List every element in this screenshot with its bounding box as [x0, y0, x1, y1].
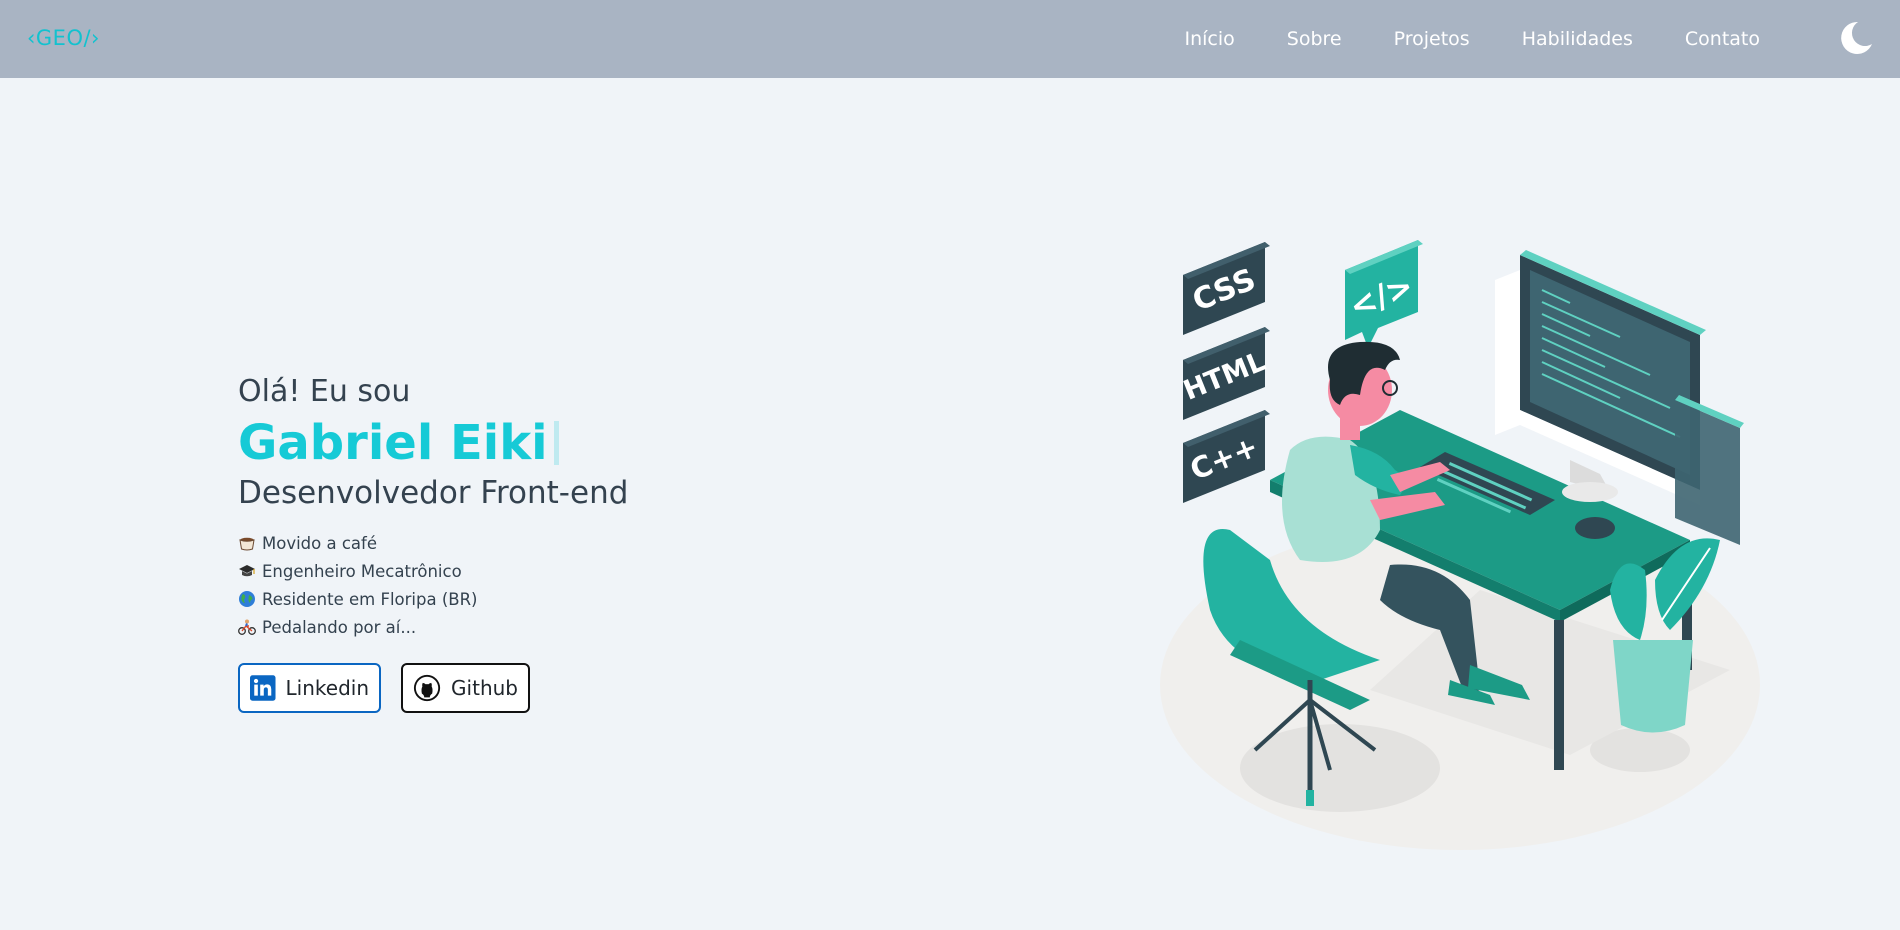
moon-icon: [1841, 21, 1872, 54]
fact-text: Engenheiro Mecatrônico: [262, 561, 462, 581]
facts-list: Movido a café Engenheiro Mecatrônico Res…: [238, 529, 628, 641]
cyclist-icon: [238, 618, 256, 636]
nav-link-sobre[interactable]: Sobre: [1287, 28, 1342, 50]
hero-section: Olá! Eu sou Gabriel Eiki Desenvolvedor F…: [238, 374, 628, 713]
html-badge-icon: HTML: [1179, 327, 1270, 420]
nav-link-inicio[interactable]: Início: [1184, 28, 1234, 50]
globe-icon: [238, 590, 256, 608]
social-buttons: Linkedin Github: [238, 663, 628, 713]
coffee-icon: [238, 534, 256, 552]
greeting-text: Olá! Eu sou: [238, 374, 411, 409]
fact-item: Engenheiro Mecatrônico: [238, 557, 628, 585]
code-bubble-icon: </>: [1344, 240, 1423, 348]
graduation-cap-icon: [238, 562, 256, 580]
fact-text: Pedalando por aí...: [262, 617, 417, 637]
fact-item: Pedalando por aí...: [238, 613, 628, 641]
hero-role: Desenvolvedor Front-end: [238, 475, 629, 511]
cpp-badge-icon: C++: [1183, 410, 1270, 503]
css-badge-icon: CSS: [1183, 242, 1270, 335]
nav-link-projetos[interactable]: Projetos: [1394, 28, 1470, 50]
theme-toggle-button[interactable]: [1836, 18, 1876, 58]
nav-links: Início Sobre Projetos Habilidades Contat…: [1184, 0, 1760, 78]
github-label: Github: [451, 676, 518, 700]
developer-at-desk-illustration: CSS HTML C++ </>: [1160, 240, 1760, 850]
typing-cursor: [553, 421, 559, 465]
fact-item: Movido a café: [238, 529, 628, 557]
linkedin-icon: [250, 675, 276, 701]
nav-link-contato[interactable]: Contato: [1685, 28, 1760, 50]
github-icon: [413, 674, 441, 702]
developer-illustration: CSS HTML C++ </>: [1150, 230, 1770, 860]
github-button[interactable]: Github: [401, 663, 530, 713]
linkedin-label: Linkedin: [285, 676, 369, 700]
nav-link-habilidades[interactable]: Habilidades: [1522, 28, 1633, 50]
linkedin-button[interactable]: Linkedin: [238, 663, 381, 713]
fact-text: Residente em Floripa (BR): [262, 589, 478, 609]
navbar: ‹GEO/› Início Sobre Projetos Habilidades…: [0, 0, 1900, 78]
fact-item: Residente em Floripa (BR): [238, 585, 628, 613]
fact-text: Movido a café: [262, 533, 377, 553]
hero-name: Gabriel Eiki: [238, 415, 548, 471]
site-logo[interactable]: ‹GEO/›: [27, 26, 100, 50]
name-row: Gabriel Eiki: [238, 415, 628, 471]
